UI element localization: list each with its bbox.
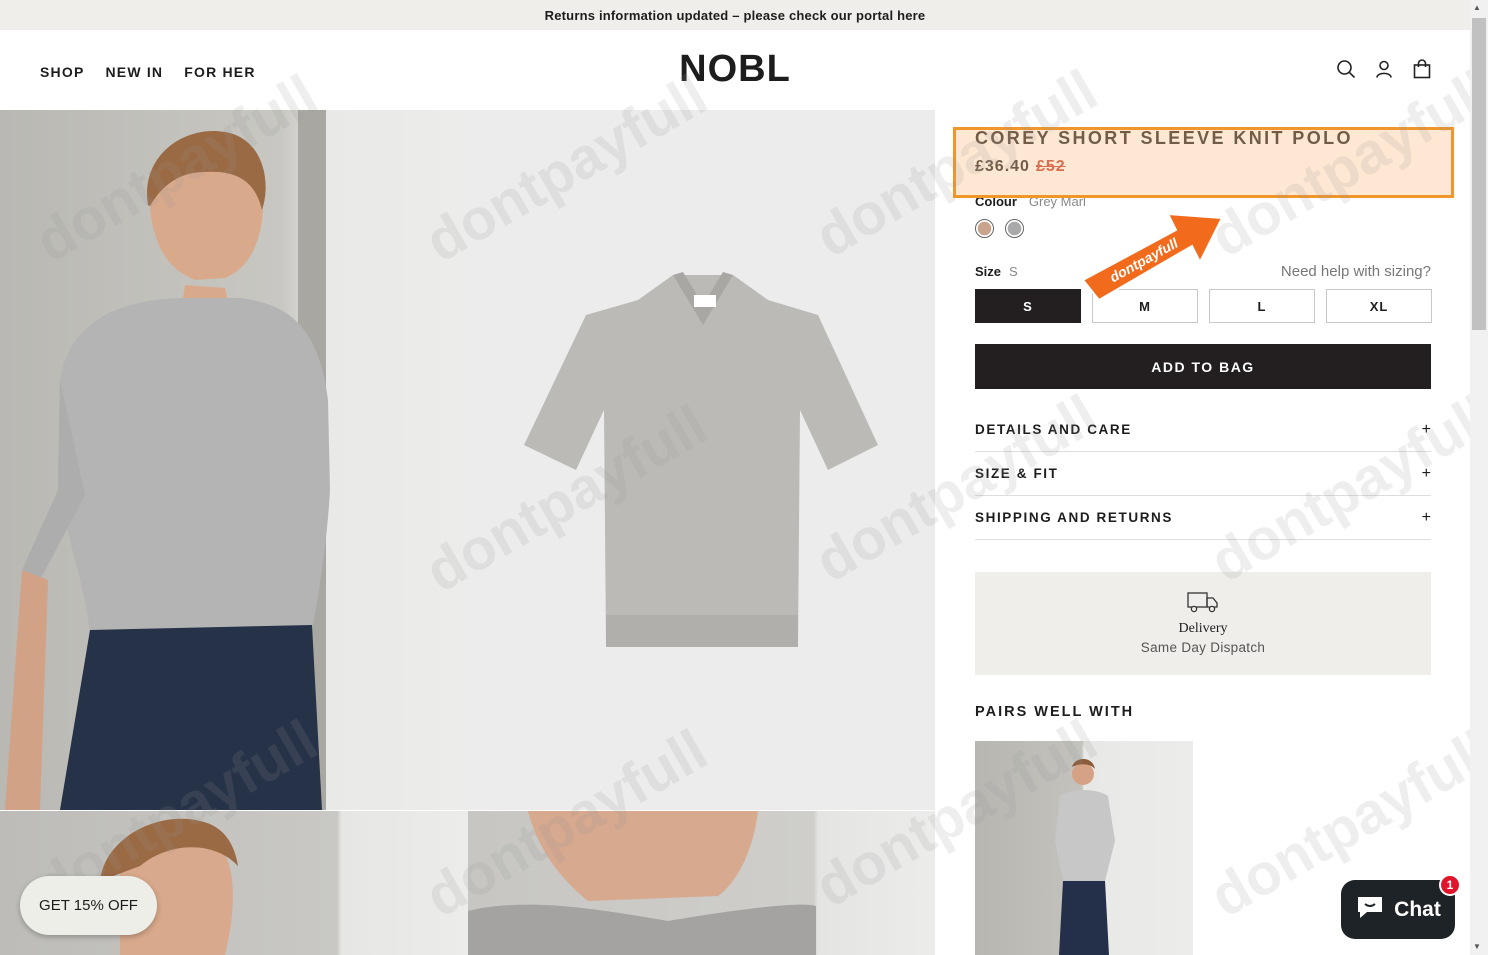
plus-icon: + — [1421, 420, 1431, 438]
pairs-product-image[interactable] — [975, 741, 1193, 955]
pairs-well-with-title: PAIRS WELL WITH — [975, 704, 1135, 720]
bag-icon[interactable] — [1412, 59, 1432, 79]
chat-button[interactable]: Chat — [1341, 880, 1455, 939]
add-to-bag-button[interactable]: ADD TO BAG — [975, 344, 1431, 389]
announcement-bar[interactable]: Returns information updated – please che… — [0, 0, 1470, 30]
delivery-info: Delivery Same Day Dispatch — [975, 572, 1431, 675]
product-image-flat[interactable] — [468, 110, 935, 810]
announcement-text[interactable]: Returns information updated – please che… — [545, 8, 926, 23]
swatch-grey-marl[interactable] — [1005, 219, 1024, 238]
search-icon[interactable] — [1336, 59, 1356, 79]
size-label: Size S — [975, 264, 1018, 279]
scroll-down-icon[interactable]: ▼ — [1473, 942, 1481, 951]
product-gallery — [0, 110, 935, 955]
logo[interactable]: NOBL — [0, 48, 1470, 91]
plus-icon: + — [1421, 508, 1431, 526]
header-icons — [1336, 59, 1432, 79]
truck-icon — [1187, 591, 1219, 613]
account-icon[interactable] — [1374, 59, 1394, 79]
delivery-title: Delivery — [1178, 621, 1228, 636]
size-value: S — [1009, 264, 1018, 279]
accordion-shipping-returns[interactable]: SHIPPING AND RETURNS + — [975, 496, 1431, 540]
product-image-model[interactable] — [0, 110, 468, 810]
delivery-text: Same Day Dispatch — [1140, 640, 1266, 655]
chat-notification-badge: 1 — [1439, 874, 1461, 896]
chat-label: Chat — [1394, 897, 1441, 921]
accordion-shipping-returns-label: SHIPPING AND RETURNS — [975, 510, 1174, 525]
plus-icon: + — [1421, 464, 1431, 482]
size-button-xl[interactable]: XL — [1326, 289, 1432, 323]
chat-bubble-icon — [1355, 894, 1385, 926]
size-button-s[interactable]: S — [975, 289, 1081, 323]
scroll-up-icon[interactable]: ▲ — [1473, 3, 1481, 12]
accordion-size-fit-label: SIZE & FIT — [975, 466, 1059, 481]
accordion-details-care[interactable]: DETAILS AND CARE + — [975, 408, 1431, 452]
site-header: SHOP NEW IN FOR HER NOBL — [0, 30, 1470, 110]
size-help-link[interactable]: Need help with sizing? — [1281, 263, 1431, 280]
scrollbar-thumb[interactable] — [1472, 18, 1486, 330]
discount-promo-button[interactable]: GET 15% OFF — [20, 876, 157, 935]
accordion-details-care-label: DETAILS AND CARE — [975, 422, 1132, 437]
size-label-text: Size — [975, 264, 1002, 279]
accordion-size-fit[interactable]: SIZE & FIT + — [975, 452, 1431, 496]
price-highlight-box — [953, 127, 1454, 198]
swatch-tan[interactable] — [975, 219, 994, 238]
product-image-detail-2[interactable] — [468, 811, 935, 955]
